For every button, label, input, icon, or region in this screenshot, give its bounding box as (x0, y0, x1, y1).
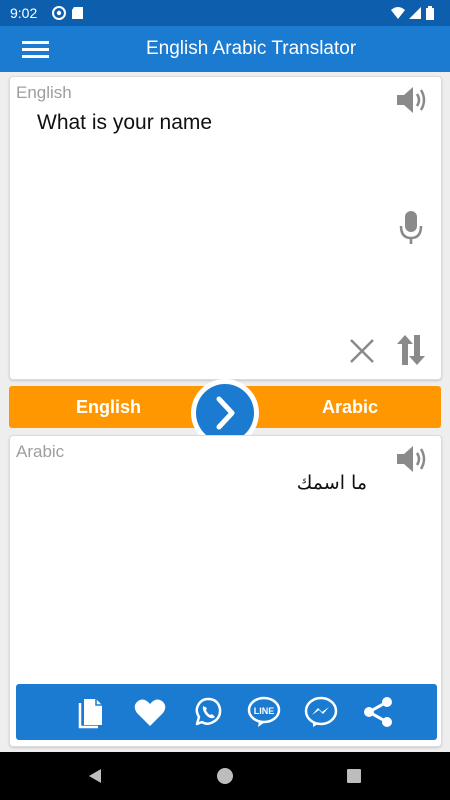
back-icon[interactable] (86, 767, 104, 785)
app-bar: English Arabic Translator (0, 26, 450, 72)
input-text[interactable]: What is your name (37, 111, 212, 135)
svg-text:LINE: LINE (254, 706, 275, 716)
output-panel: Arabic ما اسمك LINE (9, 435, 442, 747)
microphone-icon[interactable] (399, 210, 423, 246)
wifi-icon (391, 7, 405, 19)
source-language-button[interactable]: English (76, 397, 141, 418)
share-icon[interactable] (361, 695, 395, 729)
speaker-icon[interactable] (395, 85, 429, 115)
line-icon[interactable]: LINE (247, 695, 281, 729)
input-panel: English What is your name (9, 76, 442, 380)
status-system-icons (390, 5, 442, 26)
status-time: 9:02 (10, 5, 38, 21)
battery-icon (426, 6, 434, 20)
input-language-label: English (16, 83, 72, 102)
output-speaker-icon[interactable] (395, 444, 429, 474)
whatsapp-icon[interactable] (191, 695, 225, 729)
output-language-label: Arabic (16, 442, 65, 461)
clear-icon[interactable] (348, 337, 376, 365)
favorite-heart-icon[interactable] (133, 695, 167, 729)
messenger-icon[interactable] (304, 695, 338, 729)
translate-button-circle (196, 384, 254, 442)
sd-card-icon (72, 7, 83, 19)
navigation-bar (0, 752, 450, 800)
hamburger-menu-icon[interactable] (22, 39, 50, 61)
copy-icon[interactable] (74, 695, 108, 729)
status-notification-icons (52, 5, 88, 26)
status-bar: 9:02 (0, 0, 450, 26)
output-text: ما اسمك (296, 472, 367, 494)
action-bar: LINE (16, 684, 437, 740)
signal-icon (409, 7, 421, 19)
app-title: English Arabic Translator (146, 38, 357, 59)
home-icon[interactable] (216, 767, 234, 785)
at-sign-icon (52, 6, 66, 20)
recents-icon[interactable] (346, 768, 362, 784)
chevron-right-icon (216, 396, 235, 430)
target-language-button[interactable]: Arabic (322, 397, 378, 418)
swap-vertical-icon[interactable] (396, 333, 426, 367)
